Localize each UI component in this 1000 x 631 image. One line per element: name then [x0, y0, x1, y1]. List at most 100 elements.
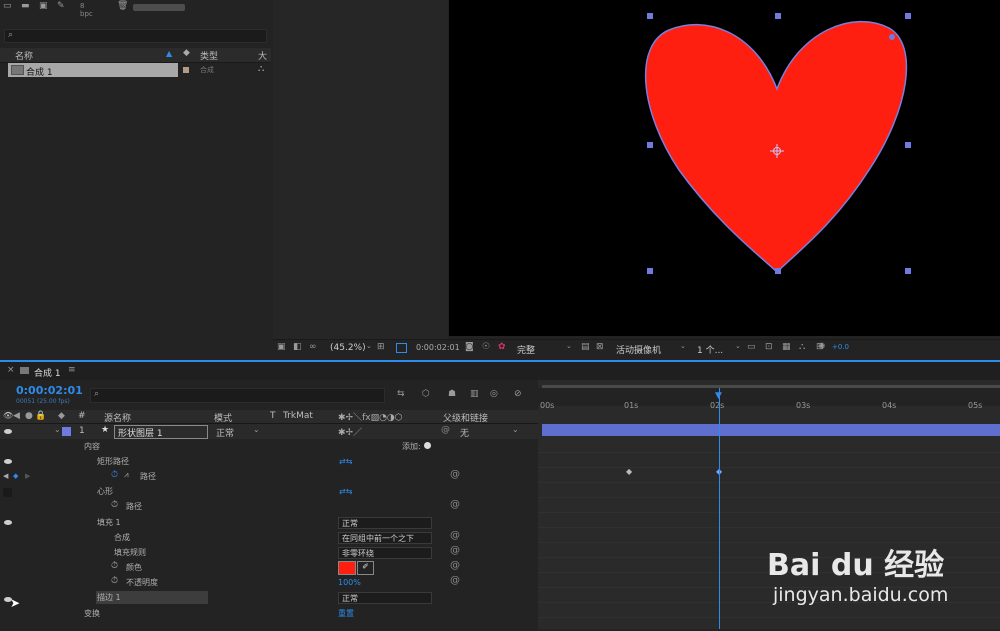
project-search-input[interactable]: ⌕: [4, 29, 267, 43]
expression-pickwhip-icon[interactable]: @: [450, 530, 460, 541]
eye-icon[interactable]: [4, 520, 12, 525]
keyframe-nav-icon[interactable]: ◀: [3, 472, 8, 480]
exposure-value[interactable]: +0.0: [832, 343, 849, 351]
resolution-dropdown[interactable]: 完整: [517, 343, 535, 356]
lock-icon[interactable]: 🔒: [35, 411, 46, 421]
layer-duration-bar[interactable]: [542, 424, 1000, 436]
chevron-down-icon[interactable]: ⌄: [54, 425, 61, 434]
composite-dropdown[interactable]: 在同组中前一个之下: [338, 532, 432, 544]
label-tag-icon[interactable]: ◆: [58, 411, 65, 421]
expression-pickwhip-icon[interactable]: @: [450, 575, 460, 586]
chevron-down-icon[interactable]: ⌄: [512, 425, 519, 434]
fill-rule-dropdown[interactable]: 非零环绕: [338, 547, 432, 559]
eye-icon[interactable]: [4, 429, 12, 434]
exposure-icon[interactable]: ✺: [818, 342, 826, 352]
stopwatch-icon[interactable]: ⏱: [111, 561, 118, 571]
flowchart-icon[interactable]: ⛬: [799, 342, 805, 352]
chevron-down-icon[interactable]: ⌄: [735, 342, 741, 350]
chevron-down-icon[interactable]: ⌄: [366, 342, 372, 350]
size-column-header[interactable]: 大: [258, 49, 267, 62]
stopwatch-icon[interactable]: ⏱: [111, 576, 118, 586]
opacity-value[interactable]: 100%: [338, 575, 361, 590]
add-button[interactable]: 添加:: [402, 439, 421, 454]
type-column-header[interactable]: 类型: [200, 49, 218, 62]
expression-pickwhip-icon[interactable]: @: [450, 499, 460, 510]
composition-viewer[interactable]: [449, 0, 1000, 336]
keyframe-add-icon[interactable]: ◆: [13, 472, 18, 480]
cti-head-icon[interactable]: ▼: [715, 391, 722, 401]
zoom-dropdown[interactable]: (45.2%): [330, 343, 366, 353]
current-time-display[interactable]: 0:00:02:01: [16, 384, 83, 397]
views-dropdown[interactable]: 1 个...: [697, 343, 723, 356]
transparency-grid-icon[interactable]: ⊠: [596, 342, 604, 352]
frame-blending-icon[interactable]: ▥: [470, 389, 479, 399]
keyframe-icon[interactable]: ◆: [626, 467, 632, 476]
channel-icon[interactable]: ✿: [498, 342, 506, 352]
show-snapshot-icon[interactable]: ☉: [482, 342, 490, 352]
layer-name-field[interactable]: 形状图层 1: [114, 425, 208, 439]
delete-icon[interactable]: 🗑: [117, 1, 128, 11]
draft-3d-icon[interactable]: ⬡: [422, 389, 430, 399]
graph-editor-icon[interactable]: ⊘: [514, 389, 522, 399]
pick-whip-icon[interactable]: @: [441, 425, 450, 435]
comp-mini-flowchart-icon[interactable]: ⇆: [397, 389, 405, 399]
region-of-interest-icon[interactable]: [396, 343, 407, 353]
layer-row[interactable]: ⌄ 1 ★ 正常 ⌄ ✱✢／ @ 无 ⌄: [0, 424, 538, 439]
label-tag-icon[interactable]: ◆: [183, 48, 190, 58]
stopwatch-icon[interactable]: ⏱: [111, 500, 118, 510]
eye-icon[interactable]: [4, 459, 12, 464]
reset-link[interactable]: 重置: [338, 606, 354, 621]
graph-icon[interactable]: ⩘: [124, 470, 129, 480]
eye-icon[interactable]: 👁: [3, 411, 13, 420]
new-folder-icon[interactable]: ▬: [21, 1, 30, 11]
bpc-button[interactable]: 8 bpc: [80, 2, 93, 18]
mask-visibility-icon[interactable]: ∞: [309, 342, 317, 352]
grid-guides-icon[interactable]: ⊞: [377, 342, 385, 352]
mode-column[interactable]: 模式: [214, 411, 232, 424]
time-ruler[interactable]: 00s 01s 02s 03s 04s 05s: [538, 388, 1000, 410]
expression-pickwhip-icon[interactable]: @: [450, 560, 460, 571]
heart-shape-canvas[interactable]: [449, 0, 1000, 336]
expression-pickwhip-icon[interactable]: @: [450, 469, 460, 480]
source-name-column[interactable]: 源名称: [104, 411, 131, 424]
timeline-icon[interactable]: ▦: [782, 342, 791, 352]
item-label-color[interactable]: [183, 67, 189, 73]
motion-blur-icon[interactable]: ◎: [490, 389, 498, 399]
viewer-timecode[interactable]: 0:00:02:01: [416, 343, 460, 352]
toggle-pixel-aspect-icon[interactable]: ▭: [747, 342, 756, 352]
chevron-down-icon[interactable]: ⌄: [566, 342, 572, 350]
camera-dropdown[interactable]: 活动摄像机: [616, 343, 661, 356]
layer-mode-dropdown[interactable]: 正常: [216, 426, 234, 439]
timeline-tab[interactable]: 合成 1: [34, 366, 61, 379]
fast-preview-icon[interactable]: ▤: [581, 342, 590, 352]
flowchart-icon[interactable]: ⛬: [258, 64, 264, 74]
path-direction-icon[interactable]: ⇄⇆: [339, 457, 352, 466]
path-direction-icon[interactable]: ⇄⇆: [339, 487, 352, 496]
add-icon[interactable]: [424, 442, 431, 449]
reset-exposure-icon[interactable]: ⊡: [765, 342, 773, 352]
interpret-footage-icon[interactable]: ▭: [3, 1, 12, 11]
eyedropper-icon[interactable]: ✐: [357, 561, 374, 575]
stroke-mode-dropdown[interactable]: 正常: [338, 592, 432, 604]
solo-icon[interactable]: ●: [25, 411, 33, 421]
chevron-down-icon[interactable]: ⌄: [680, 342, 686, 350]
close-icon[interactable]: ×: [7, 365, 15, 375]
snapshot-icon[interactable]: ◙: [465, 342, 474, 352]
always-preview-icon[interactable]: ▣: [277, 342, 286, 352]
stopwatch-icon[interactable]: ⏱: [111, 470, 118, 480]
keyframe-next-icon[interactable]: ▶: [25, 472, 30, 480]
current-time-indicator[interactable]: [719, 388, 720, 629]
sort-ascending-icon[interactable]: ▲: [166, 49, 172, 58]
fill-mode-dropdown[interactable]: 正常: [338, 517, 432, 529]
fill-color-swatch[interactable]: [338, 561, 356, 575]
project-item-comp[interactable]: 合成 1 合成 ⛬: [8, 63, 268, 78]
switches-icons[interactable]: ✱✢／: [338, 425, 362, 438]
audio-icon[interactable]: ◀: [13, 411, 20, 421]
timeline-search-input[interactable]: ⌕: [90, 388, 385, 403]
parent-link-column[interactable]: 父级和链接: [443, 411, 488, 424]
label-color-swatch[interactable]: [62, 427, 71, 436]
solo-box[interactable]: [3, 488, 12, 497]
chevron-down-icon[interactable]: ⌄: [253, 425, 260, 434]
3d-glasses-icon[interactable]: ◧: [293, 342, 302, 352]
shy-layers-icon[interactable]: ☗: [448, 389, 456, 399]
